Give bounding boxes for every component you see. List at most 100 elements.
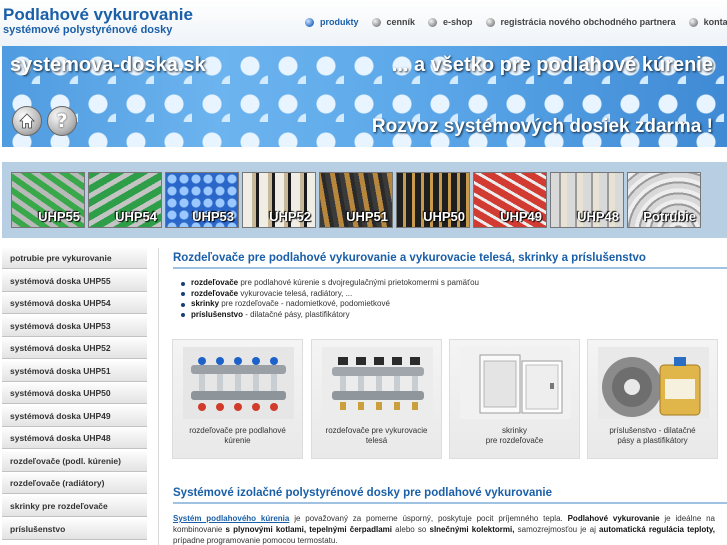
feature-text: - dilatačné pásy, plastifikátory (243, 309, 350, 319)
hero-banner: systemova-doska.sk ... a všetko pre podl… (2, 46, 727, 147)
section-heading-2: Systémové izolačné polystyrénové dosky p… (173, 487, 727, 504)
nav-item-produkty[interactable]: produkty (305, 17, 359, 27)
card-caption: skrinky pre rozdeľovače (454, 426, 575, 446)
card-caption: rozdeľovače pre podlahové kúrenie (177, 426, 298, 446)
column-divider (158, 248, 159, 545)
sidebar-item-uhp55[interactable]: systémová doska UHP55 (2, 270, 147, 292)
product-strip: UHP55 UHP54 UHP53 UHP52 UHP51 UHP50 UHP4… (2, 162, 727, 238)
card-accessories[interactable]: príslušenstvo - dilatačné pásy a plastifi… (587, 339, 718, 459)
sidebar-item-uhp51[interactable]: systémová doska UHP51 (2, 360, 147, 382)
product-label: UHP50 (423, 209, 465, 224)
paragraph-bold: Podlahové vykurovanie (567, 514, 660, 523)
sidebar-item-rozdelovace-radiatory[interactable]: rozdeľovače (radiátory) (2, 473, 147, 495)
product-uhp54[interactable]: UHP54 (88, 172, 162, 228)
card-caption: príslušenstvo - dilatačné pásy a plastifi… (592, 426, 713, 446)
banner-slogan: ... a všetko pre podlahové kúrenie (391, 54, 713, 76)
product-label: UHP53 (192, 209, 234, 224)
sidebar-item-uhp53[interactable]: systémová doska UHP53 (2, 315, 147, 337)
product-potrubie[interactable]: Potrubie (627, 172, 701, 228)
help-button[interactable]: ? (47, 106, 77, 136)
paragraph-bold: s plynovými kotlami, tepelnými čerpadlam… (225, 525, 392, 534)
caption-line: rozdeľovače pre podlahové (189, 426, 286, 435)
product-label: UHP54 (115, 209, 157, 224)
home-button[interactable] (12, 106, 42, 136)
caption-line: príslušenstvo - dilatačné (609, 426, 696, 435)
product-uhp51[interactable]: UHP51 (319, 172, 393, 228)
caption-line: telesá (365, 436, 388, 445)
nav-label: e-shop (443, 17, 473, 27)
product-uhp50[interactable]: UHP50 (396, 172, 470, 228)
paragraph-bold: automatická regulácia teploty, (599, 525, 715, 534)
feature-list: rozdeľovače pre podlahové kúrenie s dvoj… (181, 278, 727, 320)
caption-line: kúrenie (224, 436, 251, 445)
section-heading: Rozdeľovače pre podlahové vykurovanie a … (173, 252, 727, 269)
site-header: Podlahové vykurovanie systémové polystyr… (0, 0, 727, 46)
nav-label: produkty (320, 17, 359, 27)
product-uhp55[interactable]: UHP55 (11, 172, 85, 228)
nav-item-registracia[interactable]: registrácia nového obchodného partnera (485, 17, 676, 27)
insulation-section: Systémové izolačné polystyrénové dosky p… (165, 487, 727, 545)
bullet-icon (485, 17, 495, 27)
sidebar-item-skrinky[interactable]: skrinky pre rozdeľovače (2, 496, 147, 518)
sidebar-item-uhp49[interactable]: systémová doska UHP49 (2, 405, 147, 427)
nav-label: cenník (386, 17, 416, 27)
cabinet-image (460, 347, 571, 419)
nav-item-cennik[interactable]: cenník (371, 17, 416, 27)
home-icon (19, 113, 35, 129)
product-label: UHP52 (269, 209, 311, 224)
paragraph-text: samozrejmosťou je aj (514, 525, 600, 534)
caption-line: skrinky (502, 426, 527, 435)
site-subtitle: systémové polystyrénové dosky (3, 24, 173, 36)
caption-line: pre rozdeľovače (485, 436, 544, 445)
product-label: UHP55 (38, 209, 80, 224)
sidebar-item-uhp48[interactable]: systémová doska UHP48 (2, 428, 147, 450)
feature-term: skrinky (191, 299, 220, 308)
bullet-icon (688, 17, 698, 27)
product-uhp53[interactable]: UHP53 (165, 172, 239, 228)
sidebar-item-rozdelovace-podl[interactable]: rozdeľovače (podl. kúrenie) (2, 450, 147, 472)
banner-domain: systemova-doska.sk (10, 54, 206, 76)
site-title[interactable]: Podlahové vykurovanie (3, 5, 193, 25)
accessories-image (598, 347, 709, 419)
product-uhp48[interactable]: UHP48 (550, 172, 624, 228)
sidebar-item-uhp54[interactable]: systémová doska UHP54 (2, 293, 147, 315)
list-item: skrinky pre rozdeľovače - nadomietkové, … (181, 299, 727, 310)
paragraph-text: je považovaný za pomerne úsporný, poskyt… (289, 514, 568, 523)
list-item: príslušenstvo - dilatačné pásy, plastifi… (181, 310, 727, 321)
system-link[interactable]: Systém podlahového kúrenia (173, 514, 289, 523)
bullet-icon (305, 17, 314, 27)
nav-item-kontakt[interactable]: kontakt (688, 17, 727, 27)
top-navigation: produkty cenník e-shop registrácia novéh… (305, 17, 727, 27)
feature-term: príslušenstvo (191, 309, 244, 319)
description-paragraph: Systém podlahového kúrenia je považovaný… (173, 513, 715, 545)
list-item: rozdeľovače pre podlahové kúrenie s dvoj… (181, 278, 727, 289)
paragraph-text: alebo so (392, 525, 430, 534)
card-floor-manifolds[interactable]: rozdeľovače pre podlahové kúrenie (172, 339, 303, 459)
banner-delivery-text: Rozvoz systémových dosiek zdarma ! (371, 116, 713, 137)
manifold-image (322, 347, 433, 419)
category-cards: rozdeľovače pre podlahové kúrenie rozdeľo… (172, 339, 727, 459)
feature-text: pre rozdeľovače - nadomietkové, podomiet… (219, 299, 390, 308)
product-uhp52[interactable]: UHP52 (242, 172, 316, 228)
sidebar-menu: potrubie pre vykurovanie systémová doska… (2, 248, 147, 541)
sidebar-item-uhp52[interactable]: systémová doska UHP52 (2, 338, 147, 360)
nav-label: kontakt (703, 17, 727, 27)
caption-line: pásy a plastifikátory (617, 436, 688, 445)
product-label: Potrubie (643, 209, 696, 224)
card-cabinets[interactable]: skrinky pre rozdeľovače (449, 339, 580, 459)
sidebar-item-prislusenstvo[interactable]: príslušenstvo (2, 518, 147, 540)
product-label: UHP48 (577, 209, 619, 224)
nav-item-eshop[interactable]: e-shop (428, 17, 473, 27)
sidebar-item-potrubie[interactable]: potrubie pre vykurovanie (2, 248, 147, 269)
product-label: UHP51 (346, 209, 388, 224)
paragraph-text: prípadne programovanie pomocou termostat… (173, 536, 338, 545)
caption-line: rozdeľovače pre vykurovacie (325, 426, 428, 435)
sidebar-item-uhp50[interactable]: systémová doska UHP50 (2, 383, 147, 405)
card-caption: rozdeľovače pre vykurovacie telesá (316, 426, 437, 446)
card-radiator-manifolds[interactable]: rozdeľovače pre vykurovacie telesá (311, 339, 442, 459)
bullet-icon (371, 17, 381, 27)
main-content: Rozdeľovače pre podlahové vykurovanie a … (165, 252, 727, 545)
product-uhp49[interactable]: UHP49 (473, 172, 547, 228)
product-label: UHP49 (500, 209, 542, 224)
feature-text: pre podlahové kúrenie s dvojregulačnými … (238, 278, 480, 287)
